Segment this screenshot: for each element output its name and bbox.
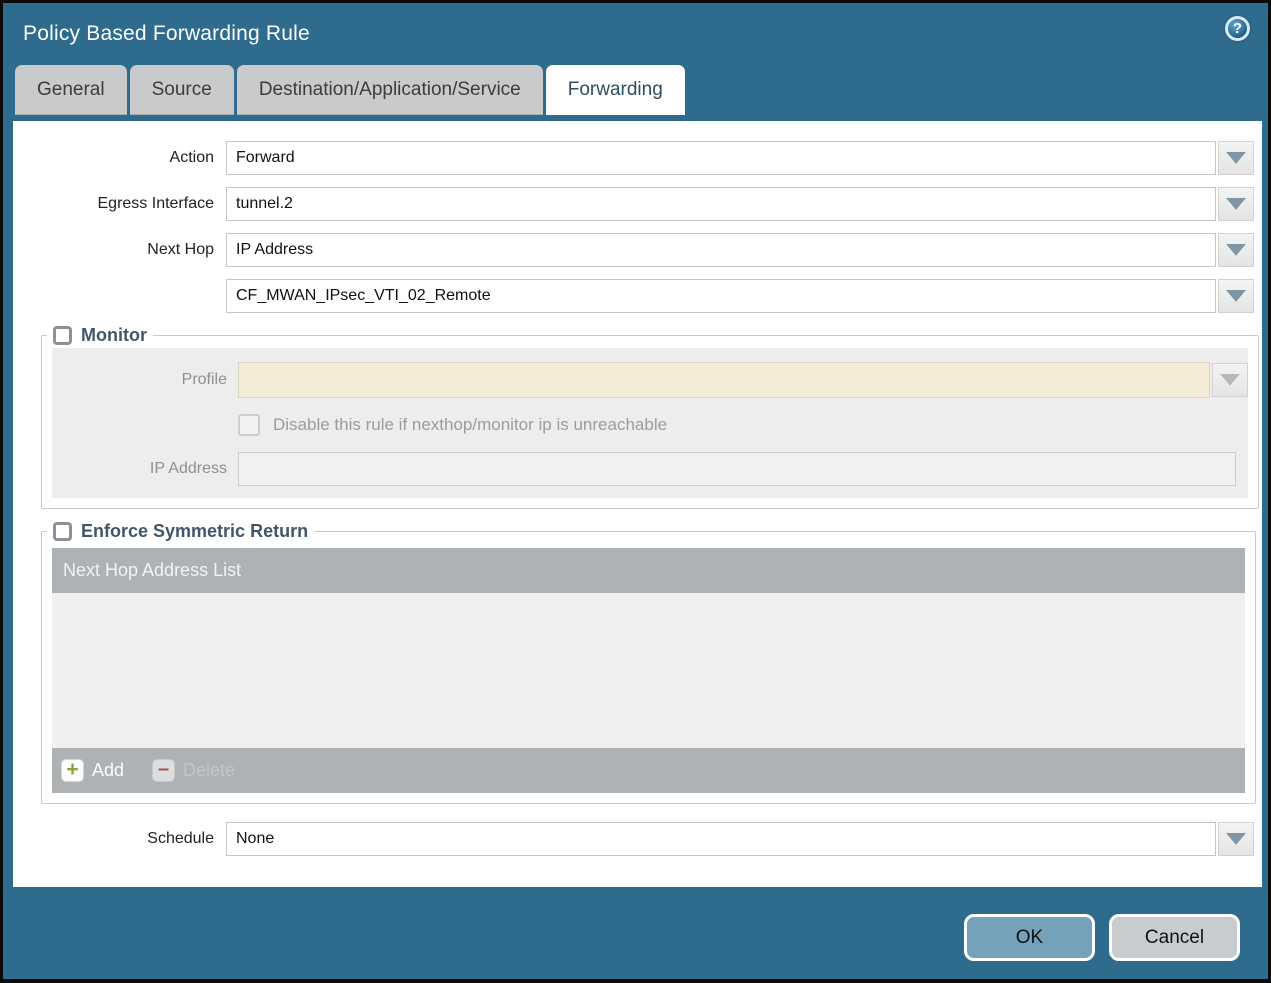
enforce-symmetric-return-section: Enforce Symmetric Return Next Hop Addres… — [41, 521, 1256, 804]
next-hop-type-dropdown-button[interactable] — [1218, 233, 1254, 267]
monitor-label: Monitor — [81, 325, 147, 346]
chevron-down-icon — [1226, 244, 1246, 256]
next-hop-row: Next Hop IP Address — [13, 233, 1262, 267]
dialog-footer: OK Cancel — [964, 914, 1240, 961]
disable-rule-label: Disable this rule if nexthop/monitor ip … — [273, 415, 667, 435]
chevron-down-icon — [1220, 374, 1240, 386]
action-dropdown-button[interactable] — [1218, 141, 1254, 175]
next-hop-address-input[interactable]: CF_MWAN_IPsec_VTI_02_Remote — [226, 279, 1216, 313]
tab-general[interactable]: General — [15, 65, 127, 115]
egress-interface-dropdown-button[interactable] — [1218, 187, 1254, 221]
screen: Policy Based Forwarding Rule ? General S… — [0, 0, 1271, 983]
profile-dropdown-button — [1212, 363, 1248, 397]
next-hop-address-list-toolbar: + Add – Delete — [52, 748, 1245, 793]
tab-source[interactable]: Source — [130, 65, 234, 115]
chevron-down-icon — [1226, 290, 1246, 302]
enforce-symmetric-return-legend: Enforce Symmetric Return — [47, 521, 314, 542]
next-hop-address-list-table: Next Hop Address List + Add – Delete — [52, 548, 1245, 793]
next-hop-type-input[interactable]: IP Address — [226, 233, 1216, 267]
schedule-input[interactable]: None — [226, 822, 1216, 856]
ok-button[interactable]: OK — [964, 914, 1095, 961]
policy-based-forwarding-dialog: Policy Based Forwarding Rule ? General S… — [3, 3, 1268, 979]
schedule-row: Schedule None — [13, 822, 1262, 856]
monitor-checkbox[interactable] — [53, 326, 72, 345]
egress-interface-row: Egress Interface tunnel.2 — [13, 187, 1262, 221]
next-hop-address-row: CF_MWAN_IPsec_VTI_02_Remote — [13, 279, 1262, 313]
next-hop-address-list-body — [52, 593, 1245, 748]
enforce-symmetric-return-checkbox[interactable] — [53, 522, 72, 541]
monitor-ip-address-input — [238, 452, 1236, 486]
add-button-label: Add — [92, 760, 124, 781]
dialog-titlebar: Policy Based Forwarding Rule ? — [3, 3, 1268, 65]
action-input[interactable]: Forward — [226, 141, 1216, 175]
chevron-down-icon — [1226, 198, 1246, 210]
monitor-section: Monitor Profile Disable this rule if nex… — [41, 325, 1259, 509]
next-hop-label: Next Hop — [13, 241, 214, 259]
add-button[interactable]: + Add — [61, 759, 124, 782]
egress-interface-input[interactable]: tunnel.2 — [226, 187, 1216, 221]
chevron-down-icon — [1226, 833, 1246, 845]
forwarding-tab-panel: Action Forward Egress Interface tunnel.2… — [13, 121, 1262, 887]
delete-button-label: Delete — [183, 760, 235, 781]
delete-button: – Delete — [152, 759, 235, 782]
next-hop-address-dropdown-button[interactable] — [1218, 279, 1254, 313]
action-row: Action Forward — [13, 141, 1262, 175]
tab-bar: General Source Destination/Application/S… — [3, 65, 1268, 115]
monitor-legend: Monitor — [47, 325, 153, 346]
schedule-label: Schedule — [13, 830, 214, 848]
tab-destination-application-service[interactable]: Destination/Application/Service — [237, 65, 543, 115]
enforce-symmetric-return-label: Enforce Symmetric Return — [81, 521, 308, 542]
action-label: Action — [13, 149, 214, 167]
disable-rule-checkbox — [238, 414, 260, 436]
dialog-title: Policy Based Forwarding Rule — [23, 22, 310, 46]
plus-icon: + — [61, 759, 84, 782]
help-icon[interactable]: ? — [1225, 16, 1250, 41]
cancel-button[interactable]: Cancel — [1109, 914, 1240, 961]
egress-interface-label: Egress Interface — [13, 195, 214, 213]
profile-label: Profile — [52, 371, 227, 389]
tab-forwarding[interactable]: Forwarding — [546, 65, 685, 115]
next-hop-address-list-header: Next Hop Address List — [52, 548, 1245, 593]
monitor-panel: Profile Disable this rule if nexthop/mon… — [52, 348, 1248, 498]
chevron-down-icon — [1226, 152, 1246, 164]
profile-input — [238, 362, 1210, 398]
disable-rule-row: Disable this rule if nexthop/monitor ip … — [238, 414, 1248, 436]
minus-icon: – — [152, 759, 175, 782]
monitor-ip-address-label: IP Address — [52, 460, 227, 478]
schedule-dropdown-button[interactable] — [1218, 822, 1254, 856]
profile-row: Profile — [52, 362, 1248, 398]
monitor-ip-address-row: IP Address — [52, 452, 1248, 486]
